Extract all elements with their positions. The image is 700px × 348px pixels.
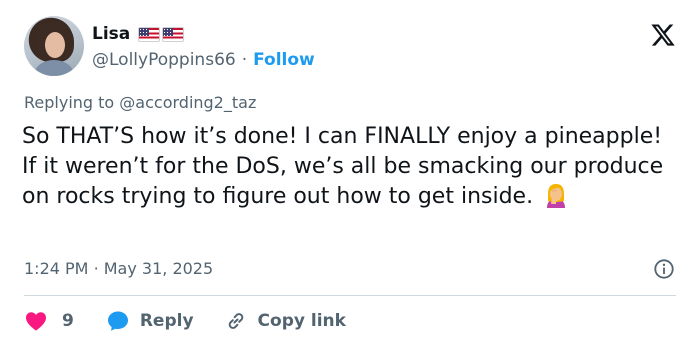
author-handle[interactable]: @LollyPoppins66 [92,50,236,70]
info-icon[interactable] [653,258,675,280]
follow-button[interactable]: Follow [253,50,315,70]
author-name-row: Lisa [92,22,185,46]
action-bar: 9 Reply Copy link [24,308,346,334]
like-button[interactable]: 9 [24,309,74,333]
handle-separator: · [241,50,248,70]
replying-to: Replying to @according2_taz [24,93,256,112]
author-name[interactable]: Lisa [92,24,130,44]
tweet-timestamp[interactable]: 1:24 PM · May 31, 2025 [24,259,213,278]
avatar-face [45,32,65,58]
replying-prefix: Replying to [24,93,115,112]
like-count: 9 [62,311,74,331]
author-flags [138,26,185,42]
tweet-text: So THAT’S how it’s done! I can FINALLY e… [22,122,682,212]
woman-facepalming-emoji-icon [547,184,566,208]
us-flag-icon [162,26,185,42]
tweet-time: 1:24 PM [24,259,89,278]
author-handle-row: @LollyPoppins66 · Follow [92,48,315,72]
reply-bubble-icon [107,311,128,331]
divider [24,295,676,296]
reply-label: Reply [139,311,194,331]
copy-link-label: Copy link [257,311,346,331]
reply-button[interactable]: Reply [106,309,194,333]
avatar-shoulder [34,60,74,76]
timestamp-separator: · [93,259,99,278]
heart-icon [26,312,46,331]
x-logo-icon[interactable] [650,22,676,48]
tweet-date: May 31, 2025 [103,259,214,278]
copy-link-button[interactable]: Copy link [224,309,346,333]
us-flag-icon [138,26,161,42]
link-icon [228,313,243,329]
replying-target-link[interactable]: @according2_taz [119,93,256,112]
avatar[interactable] [24,16,84,76]
